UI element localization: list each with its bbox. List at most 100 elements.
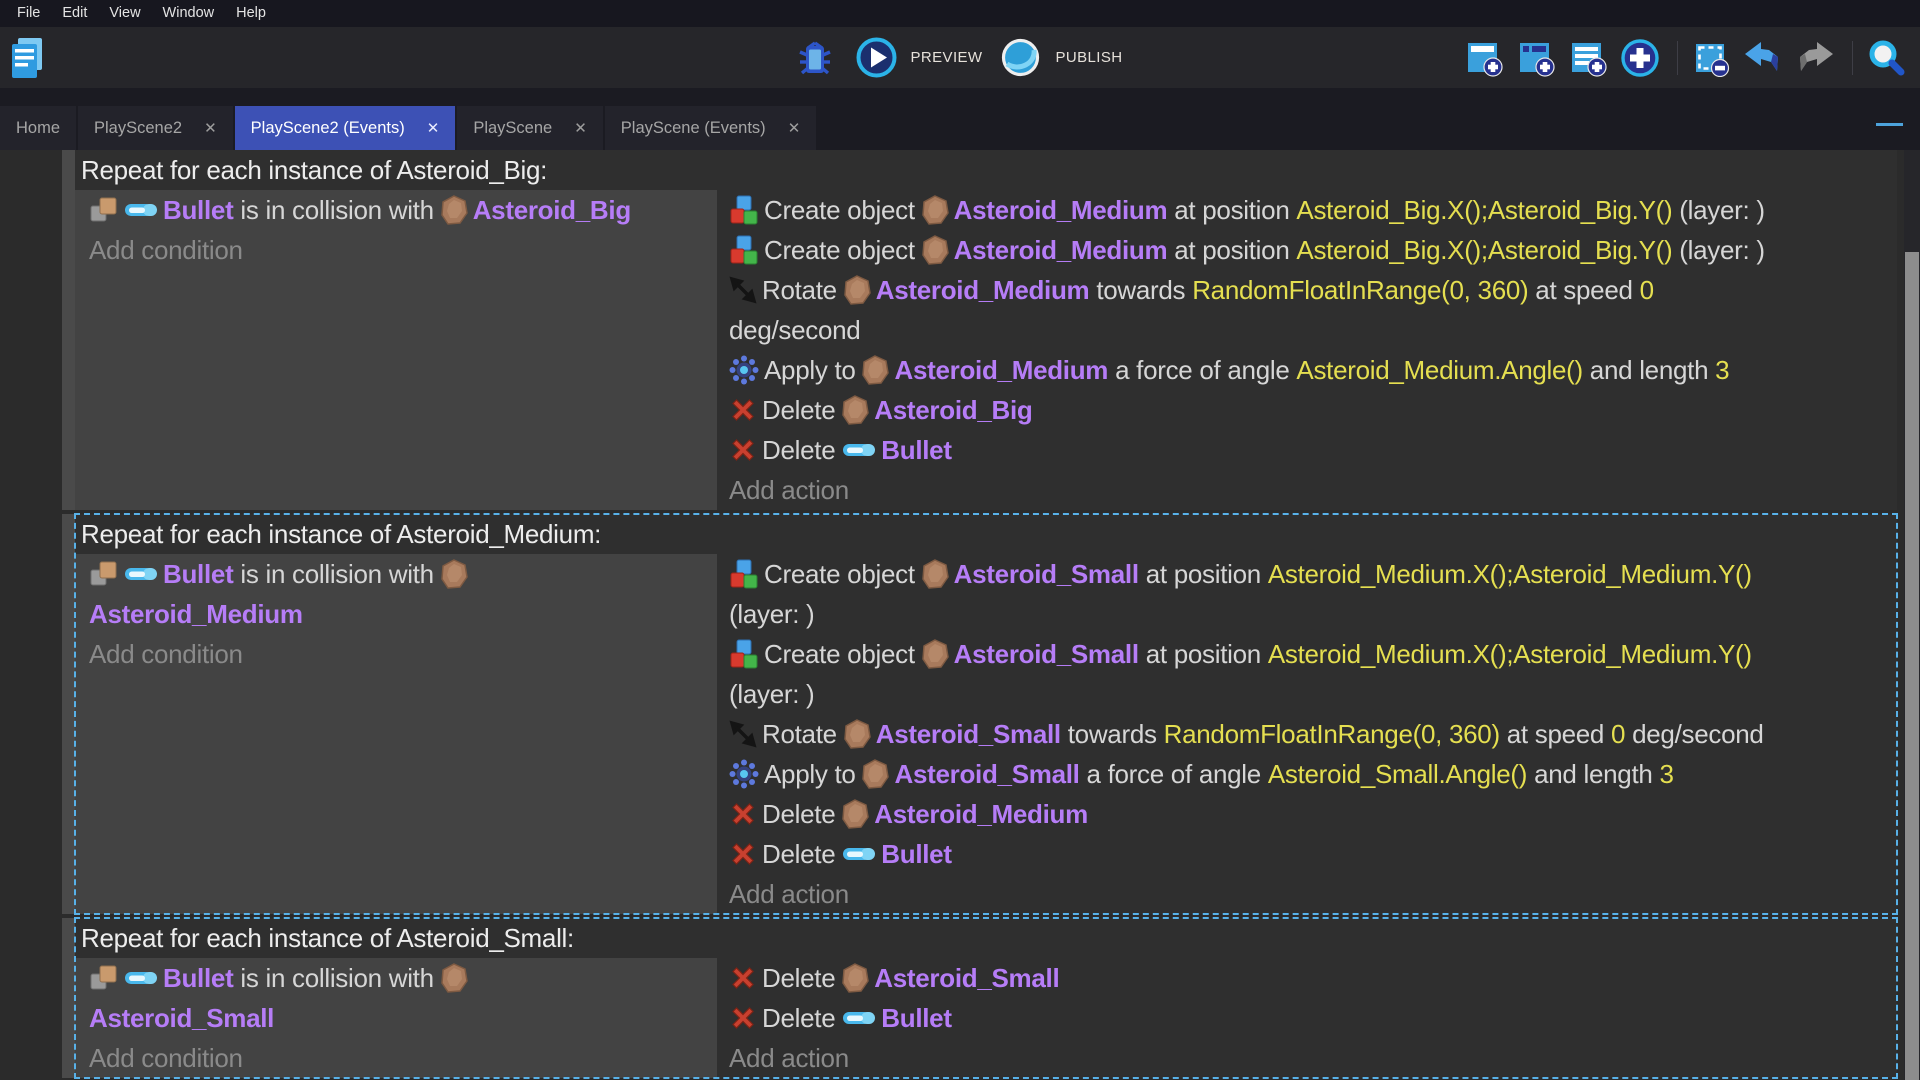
event-header[interactable]: Repeat for each instance of Asteroid_Big…: [75, 150, 1897, 190]
close-icon[interactable]: ✕: [788, 121, 801, 136]
delete-icon: [729, 436, 757, 464]
close-icon[interactable]: ✕: [427, 121, 440, 136]
delete-icon: [729, 396, 757, 424]
tab-playscene[interactable]: PlayScene✕: [457, 106, 604, 150]
rotate-icon: [729, 276, 757, 304]
add-action-button[interactable]: Add action: [729, 470, 1897, 510]
delete-icon: [729, 1004, 757, 1032]
action-line[interactable]: Rotate Asteroid_Medium towards RandomFlo…: [729, 270, 1897, 310]
event[interactable]: Repeat for each instance of Asteroid_Big…: [75, 150, 1897, 510]
conditions-column: Bullet is in collision with Asteroid_Big…: [75, 190, 717, 510]
object-name: Asteroid_Small: [876, 719, 1061, 750]
menu-help[interactable]: Help: [225, 0, 277, 27]
scrollbar-thumb[interactable]: [1905, 252, 1919, 1080]
object-name: Bullet: [881, 839, 951, 870]
actions-column: Create object Asteroid_Medium at positio…: [717, 190, 1897, 510]
add-subevent-button[interactable]: [1518, 38, 1558, 78]
action-line[interactable]: Rotate Asteroid_Small towards RandomFloa…: [729, 714, 1897, 754]
action-line[interactable]: Delete Bullet: [729, 834, 1897, 874]
add-action-button[interactable]: Add action: [729, 874, 1897, 914]
action-line[interactable]: Delete Asteroid_Small: [729, 958, 1897, 998]
action-text: (layer: ): [1672, 195, 1764, 226]
asteroid-icon: [441, 963, 468, 993]
publish-button[interactable]: PUBLISH: [1000, 37, 1122, 78]
debugger-button[interactable]: [798, 38, 838, 78]
action-line[interactable]: Delete Bullet: [729, 430, 1897, 470]
add-event-button[interactable]: [1466, 38, 1506, 78]
tab-playscene-events-[interactable]: PlayScene (Events)✕: [605, 106, 818, 150]
condition-line[interactable]: Bullet is in collision with: [89, 958, 717, 998]
debugger-icon: [796, 38, 834, 78]
action-line[interactable]: Delete Asteroid_Big: [729, 390, 1897, 430]
force-icon: [729, 355, 759, 385]
create-icon: [729, 194, 759, 226]
preview-button[interactable]: PREVIEW: [856, 37, 983, 78]
action-text: Apply to: [764, 759, 862, 790]
object-name: Asteroid_Small: [894, 759, 1079, 790]
action-line[interactable]: Apply to Asteroid_Small a force of angle…: [729, 754, 1897, 794]
event-drag-handle[interactable]: [62, 918, 75, 1078]
add-condition-button[interactable]: Add condition: [89, 1038, 717, 1078]
action-line[interactable]: Create object Asteroid_Small at position…: [729, 634, 1897, 674]
bullet-icon: [842, 1010, 876, 1026]
search-button[interactable]: [1868, 38, 1908, 78]
condition-line[interactable]: Asteroid_Small: [89, 998, 717, 1038]
event-drag-handle[interactable]: [62, 150, 75, 510]
menu-file[interactable]: File: [6, 0, 51, 27]
tab-playscene2[interactable]: PlayScene2✕: [78, 106, 235, 150]
condition-line[interactable]: Bullet is in collision with Asteroid_Big: [89, 190, 717, 230]
create-icon: [729, 234, 759, 266]
menu-window[interactable]: Window: [152, 0, 226, 27]
redo-button[interactable]: [1797, 38, 1837, 78]
create-icon: [729, 558, 759, 590]
action-text: at position: [1167, 235, 1296, 266]
action-line[interactable]: Apply to Asteroid_Medium a force of angl…: [729, 350, 1897, 390]
action-line[interactable]: Delete Bullet: [729, 998, 1897, 1038]
search-icon: [1866, 38, 1906, 78]
event-header[interactable]: Repeat for each instance of Asteroid_Sma…: [75, 918, 1897, 958]
event-columns: Bullet is in collision with Asteroid_Sma…: [75, 958, 1897, 1078]
add-action-button[interactable]: Add action: [729, 1038, 1897, 1078]
menu-view[interactable]: View: [98, 0, 151, 27]
expression: 3: [1715, 355, 1729, 386]
action-line[interactable]: Create object Asteroid_Medium at positio…: [729, 190, 1897, 230]
preview-play-icon: [856, 37, 897, 78]
add-condition-button[interactable]: Add condition: [89, 634, 717, 674]
bullet-icon: [124, 202, 158, 218]
conditions-column: Bullet is in collision with Asteroid_Sma…: [75, 958, 717, 1078]
menu-edit[interactable]: Edit: [51, 0, 98, 27]
expression: 0: [1611, 719, 1625, 750]
event-drag-handle[interactable]: [62, 514, 75, 914]
condition-text: is in collision with: [233, 195, 440, 226]
action-line[interactable]: Delete Asteroid_Medium: [729, 794, 1897, 834]
gdevelop-window: FileEditViewWindowHelp PREVIEW: [0, 0, 1920, 1080]
action-line[interactable]: Create object Asteroid_Small at position…: [729, 554, 1897, 594]
actions-column: Delete Asteroid_SmallDelete BulletAdd ac…: [717, 958, 1897, 1078]
close-icon[interactable]: ✕: [574, 121, 587, 136]
bullet-icon: [842, 442, 876, 458]
event[interactable]: Repeat for each instance of Asteroid_Med…: [75, 514, 1897, 914]
action-line[interactable]: Create object Asteroid_Medium at positio…: [729, 230, 1897, 270]
add-circle-button[interactable]: [1622, 38, 1662, 78]
remove-selection-button[interactable]: [1693, 38, 1733, 78]
undo-button[interactable]: [1745, 38, 1785, 78]
tab-home[interactable]: Home: [0, 106, 78, 150]
condition-line[interactable]: Bullet is in collision with: [89, 554, 717, 594]
add-condition-button[interactable]: Add condition: [89, 230, 717, 270]
condition-line[interactable]: Asteroid_Medium: [89, 594, 717, 634]
action-line[interactable]: deg/second: [729, 310, 1897, 350]
add-comment-button[interactable]: [1570, 38, 1610, 78]
object-name: Asteroid_Medium: [894, 355, 1108, 386]
event-header[interactable]: Repeat for each instance of Asteroid_Med…: [75, 514, 1897, 554]
action-text: deg/second: [729, 315, 860, 346]
toolbar-divider: [1852, 41, 1853, 75]
action-line[interactable]: (layer: ): [729, 674, 1897, 714]
action-text: deg/second: [1625, 719, 1763, 750]
event[interactable]: Repeat for each instance of Asteroid_Sma…: [75, 918, 1897, 1078]
close-icon[interactable]: ✕: [204, 121, 217, 136]
action-line[interactable]: (layer: ): [729, 594, 1897, 634]
vertical-scrollbar[interactable]: [1904, 150, 1920, 1080]
tab-playscene2-events-[interactable]: PlayScene2 (Events)✕: [235, 106, 458, 150]
expression: 0: [1640, 275, 1654, 306]
action-text: towards: [1089, 275, 1192, 306]
